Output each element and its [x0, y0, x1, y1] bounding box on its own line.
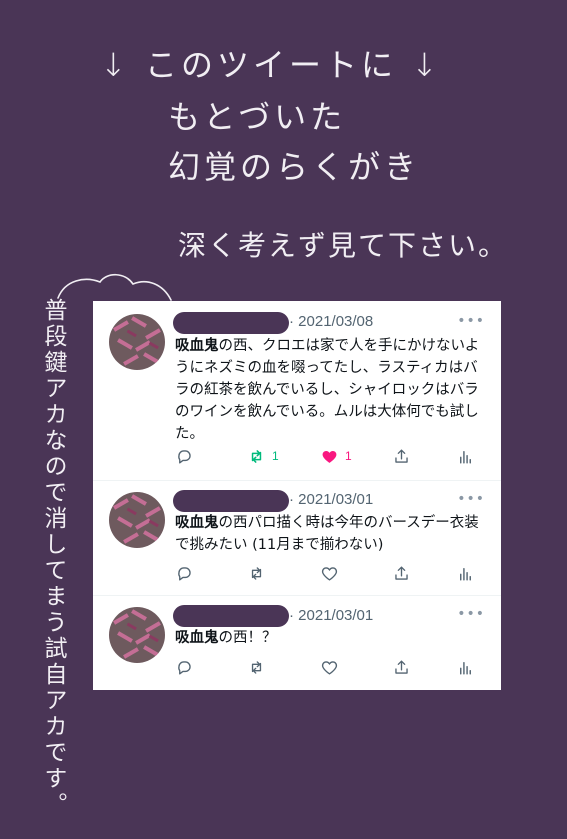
- analytics-button[interactable]: [456, 445, 475, 467]
- analytics-icon: [460, 661, 471, 675]
- more-icon[interactable]: •••: [457, 313, 485, 329]
- share-icon: [395, 659, 408, 674]
- reply-icon: [178, 660, 191, 675]
- tweet-date[interactable]: · 2021/03/08: [289, 313, 373, 330]
- tweet-bold-term: 吸血鬼: [175, 515, 219, 531]
- avatar[interactable]: [109, 492, 165, 548]
- tweet-item[interactable]: · 2021/03/08 ••• 吸血鬼の西、クロエは家で人を手にかけないように…: [93, 301, 501, 481]
- reply-icon: [178, 566, 191, 581]
- redacted-username: [173, 490, 289, 512]
- tweet-body: の西、クロエは家で人を手にかけないようにネズミの血を啜ってたし、ラスティカはバラ…: [175, 338, 480, 442]
- redacted-username: [173, 605, 289, 627]
- analytics-button[interactable]: [456, 562, 475, 584]
- tweet-item[interactable]: · 2021/03/01 ••• 吸血鬼の西！？: [93, 595, 501, 690]
- retweet-button[interactable]: [247, 656, 266, 678]
- analytics-button[interactable]: [456, 656, 475, 678]
- reply-icon: [178, 449, 191, 464]
- share-icon: [395, 565, 408, 580]
- retweet-icon: [251, 449, 262, 463]
- like-button[interactable]: [320, 656, 339, 678]
- share-button[interactable]: [392, 562, 411, 584]
- avatar[interactable]: [109, 607, 165, 663]
- like-icon: [321, 566, 338, 581]
- tweet-item[interactable]: · 2021/03/01 ••• 吸血鬼の西パロ描く時は今年のバースデー衣装で挑…: [93, 480, 501, 596]
- share-button[interactable]: [392, 656, 411, 678]
- like-button[interactable]: [320, 562, 339, 584]
- tweet-bold-term: 吸血鬼: [175, 338, 219, 354]
- header-line-3: 幻覚のらくがき: [168, 148, 421, 186]
- retweet-button[interactable]: 1: [247, 445, 279, 467]
- more-icon[interactable]: •••: [457, 606, 485, 622]
- share-button[interactable]: [392, 445, 411, 467]
- header-line-4: 深く考えず見て下さい。: [178, 229, 509, 262]
- tweet-text: 吸血鬼の西、クロエは家で人を手にかけないようにネズミの血を啜ってたし、ラスティカ…: [175, 335, 485, 445]
- reply-button[interactable]: [175, 656, 194, 678]
- like-button[interactable]: 1: [320, 445, 352, 467]
- tweet-bold-term: 吸血鬼: [175, 630, 219, 646]
- tweet-body: の西！？: [218, 630, 277, 646]
- share-icon: [395, 448, 408, 463]
- like-icon: [322, 450, 337, 463]
- retweet-count: 1: [272, 449, 279, 463]
- tweet-card: · 2021/03/08 ••• 吸血鬼の西、クロエは家で人を手にかけないように…: [93, 301, 501, 690]
- tweet-body: の西パロ描く時は今年のバースデー衣装で挑みたい (11月まで揃わない): [175, 515, 479, 553]
- tweet-actions: [175, 562, 475, 584]
- tweet-date[interactable]: · 2021/03/01: [289, 607, 373, 624]
- like-count: 1: [345, 449, 352, 463]
- avatar[interactable]: [109, 314, 165, 370]
- header-line-2: もとづいた: [168, 98, 347, 136]
- more-icon[interactable]: •••: [457, 491, 485, 507]
- side-note: 普段鍵アカなので消してまう試自アカです。: [40, 298, 66, 818]
- retweet-button[interactable]: [247, 562, 266, 584]
- like-icon: [321, 660, 338, 675]
- tweet-text: 吸血鬼の西！？: [175, 627, 485, 649]
- retweet-icon: [251, 566, 262, 580]
- retweet-icon: [251, 660, 262, 674]
- tweet-text: 吸血鬼の西パロ描く時は今年のバースデー衣装で挑みたい (11月まで揃わない): [175, 512, 485, 556]
- redacted-username: [173, 312, 289, 334]
- analytics-icon: [460, 567, 471, 581]
- tweet-date[interactable]: · 2021/03/01: [289, 491, 373, 508]
- tweet-actions: 1 1: [175, 445, 475, 467]
- reply-button[interactable]: [175, 562, 194, 584]
- tweet-actions: [175, 656, 475, 678]
- header-line-1: ↓ このツイートに ↓: [100, 46, 442, 84]
- analytics-icon: [460, 450, 471, 464]
- reply-button[interactable]: [175, 445, 194, 467]
